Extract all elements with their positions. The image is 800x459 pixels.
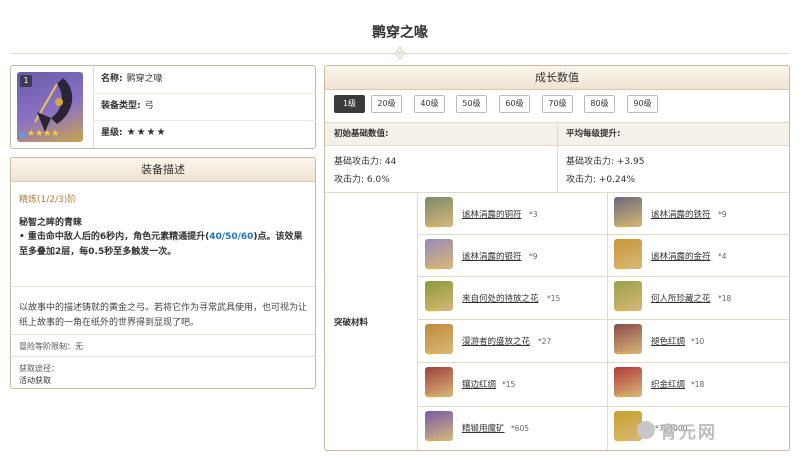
tab-level-80[interactable]: 80级	[584, 95, 615, 113]
material-stars-icon: ★★	[427, 350, 438, 357]
material-quantity: *18	[718, 294, 732, 303]
material-icon[interactable]: ★★	[614, 197, 642, 230]
material-stars-icon: ★★	[616, 350, 627, 357]
material-quantity: *15	[547, 294, 561, 303]
name-label: 名称:	[101, 74, 123, 84]
avg-stats-header: 平均每级提升:	[557, 122, 789, 146]
material-stars-icon: ★★	[427, 223, 438, 230]
material-name[interactable]: 谧林涓露的金符	[651, 250, 711, 262]
material-quantity: *9	[718, 210, 727, 219]
material-stars-icon: ★★	[427, 265, 438, 272]
watermark-logo-icon	[637, 421, 655, 439]
tab-level-60[interactable]: 60级	[499, 95, 530, 113]
tab-level-70[interactable]: 70级	[542, 95, 573, 113]
skill-values: 40/50/60	[209, 232, 254, 242]
weapon-card: 1 ★★★★ 名称: 鹮穿之喙 装备类型: 弓 星级: ★★★★	[10, 65, 316, 149]
material-name[interactable]: 褪色红绸	[651, 335, 685, 347]
tab-level-40[interactable]: 40级	[414, 95, 445, 113]
info-name-row: 名称: 鹮穿之喙	[101, 66, 163, 92]
rarity-stars-icon: ★★★★	[27, 129, 60, 139]
info-rarity-row: 星级: ★★★★	[101, 120, 166, 146]
material-stars-icon: ★★	[616, 307, 627, 314]
material-name[interactable]: 来自何处的待放之花	[462, 292, 539, 304]
material-quantity: *9	[529, 252, 538, 261]
tab-level-20[interactable]: 20级	[371, 95, 402, 113]
description-panel: 装备描述 精炼(1/2/3)阶 秘智之眸的青睐 • 重击命中敌人后的6秒内，角色…	[10, 157, 316, 389]
material-quantity: *27	[538, 337, 552, 346]
material-icon[interactable]: ★★	[614, 367, 642, 400]
material-name[interactable]: 织金红绸	[651, 378, 685, 390]
material-icon[interactable]: ★★	[614, 324, 642, 357]
material-icon[interactable]: ★★	[425, 197, 453, 230]
tab-level-1[interactable]: 1级	[334, 95, 365, 113]
name-value: 鹮穿之喙	[126, 74, 163, 84]
material-stars-icon: ★★	[427, 307, 438, 314]
skill-description: • 重击命中敌人后的6秒内，角色元素精通提升(40/50/60)点。该效果至多叠…	[19, 232, 303, 257]
lore-text: 以故事中的描述铸就的黄金之弓。若将它作为寻常武具使用，也可视为让纸上故事的一角在…	[19, 303, 308, 328]
obtain-value: 活动获取	[19, 376, 51, 385]
type-label: 装备类型:	[101, 101, 141, 111]
obtain-label: 获取途径：	[19, 364, 59, 373]
material-icon[interactable]: ★★	[425, 324, 453, 357]
material-name[interactable]: 漫游者的盛放之花	[462, 335, 530, 347]
page-title: 鹮穿之喙	[372, 25, 428, 41]
base-atk: 基础攻击力: 44	[334, 157, 397, 167]
base-stats-header: 初始基础数值:	[325, 122, 557, 146]
material-quantity: *605	[511, 424, 530, 433]
material-name[interactable]: 谧林涓露的银符	[462, 250, 522, 262]
skill-name: 秘智之眸的青睐	[19, 218, 83, 228]
material-icon[interactable]: ★★	[614, 281, 642, 314]
material-icon[interactable]: ★★	[614, 239, 642, 272]
material-stars-icon: ★★	[427, 393, 438, 400]
material-name[interactable]: 谧林涓露的铁符	[651, 208, 711, 220]
material-stars-icon: ★★	[616, 223, 627, 230]
materials-label: 突破材料	[334, 318, 369, 328]
element-dot	[20, 132, 25, 137]
material-name[interactable]: 谧林涓露的铜符	[462, 208, 522, 220]
avg-atk: 基础攻击力: +3.95	[566, 157, 645, 167]
material-quantity: *15	[502, 380, 516, 389]
watermark: 青元网	[660, 423, 717, 443]
material-quantity: *4	[718, 252, 727, 261]
material-icon[interactable]: ★★	[425, 411, 453, 444]
material-stars-icon: ★★	[427, 437, 438, 444]
level-badge: 1	[20, 75, 32, 87]
material-icon[interactable]: ★★	[425, 239, 453, 272]
material-name[interactable]: 何人所珍藏之花	[651, 292, 711, 304]
info-type-row: 装备类型: 弓	[101, 93, 154, 119]
rarity-value-icon: ★★★★	[126, 127, 167, 138]
rarity-label: 星级:	[101, 128, 123, 138]
avg-atk-pct: 攻击力: +0.24%	[566, 175, 636, 185]
material-name[interactable]: 精锻用魔矿	[462, 422, 505, 434]
material-icon[interactable]: ★★	[425, 281, 453, 314]
material-quantity: *18	[691, 380, 705, 389]
material-stars-icon: ★★	[616, 437, 627, 444]
tab-level-90[interactable]: 90级	[627, 95, 658, 113]
growth-panel: 成长数值 1级 20级 40级 50级 60级 70级 80级 90级 初始基础…	[324, 65, 790, 451]
material-stars-icon: ★★	[616, 393, 627, 400]
growth-header: 成长数值	[325, 66, 789, 90]
tab-level-50[interactable]: 50级	[456, 95, 487, 113]
material-stars-icon: ★★	[616, 265, 627, 272]
weapon-image: 1 ★★★★	[17, 72, 83, 142]
ornament-icon	[395, 46, 405, 60]
refinement-label: 精炼(1/2/3)阶	[19, 195, 77, 205]
base-atk-pct: 攻击力: 6.0%	[334, 175, 390, 185]
material-icon[interactable]: ★★	[425, 367, 453, 400]
material-quantity: *10	[691, 337, 705, 346]
material-quantity: *3	[529, 210, 538, 219]
type-value: 弓	[144, 101, 154, 111]
ar-limit: 冒险等阶限制：无	[19, 342, 83, 351]
description-header: 装备描述	[11, 158, 315, 182]
material-name[interactable]: 镶边红绸	[462, 378, 496, 390]
